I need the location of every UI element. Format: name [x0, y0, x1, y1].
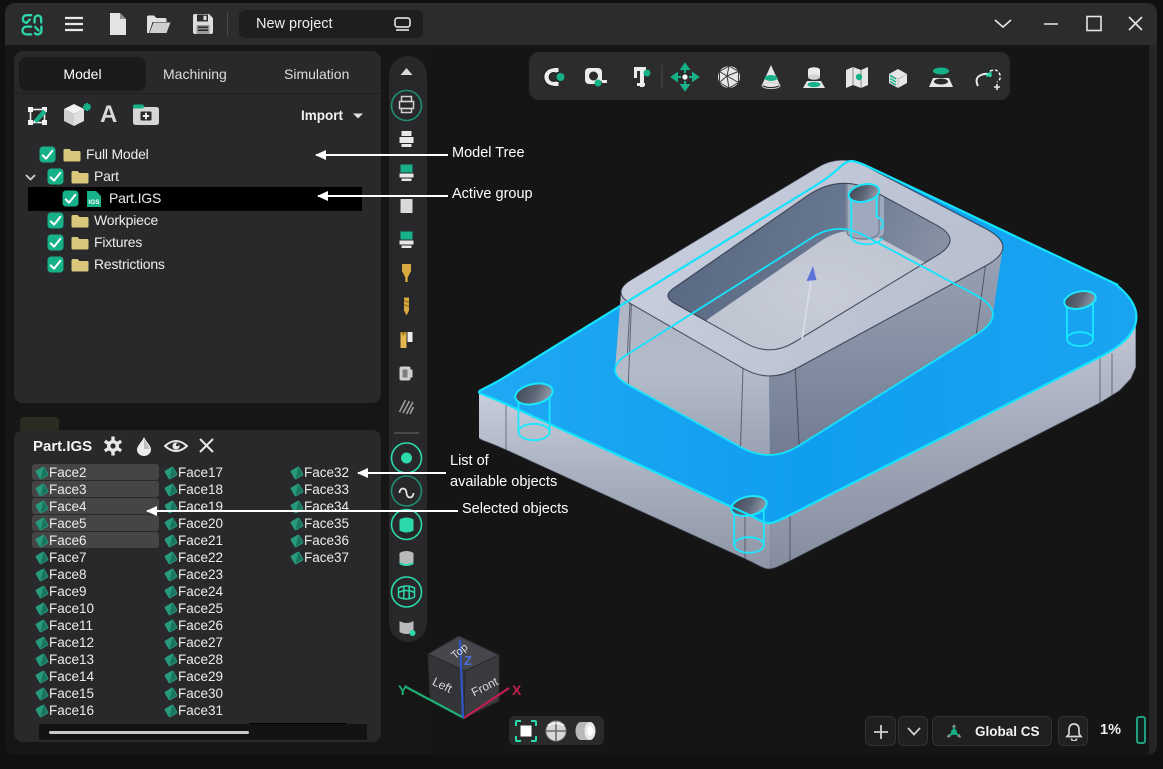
svg-text:Z: Z — [464, 653, 472, 668]
svg-text:Y: Y — [398, 682, 408, 698]
svg-text:X: X — [512, 682, 522, 698]
